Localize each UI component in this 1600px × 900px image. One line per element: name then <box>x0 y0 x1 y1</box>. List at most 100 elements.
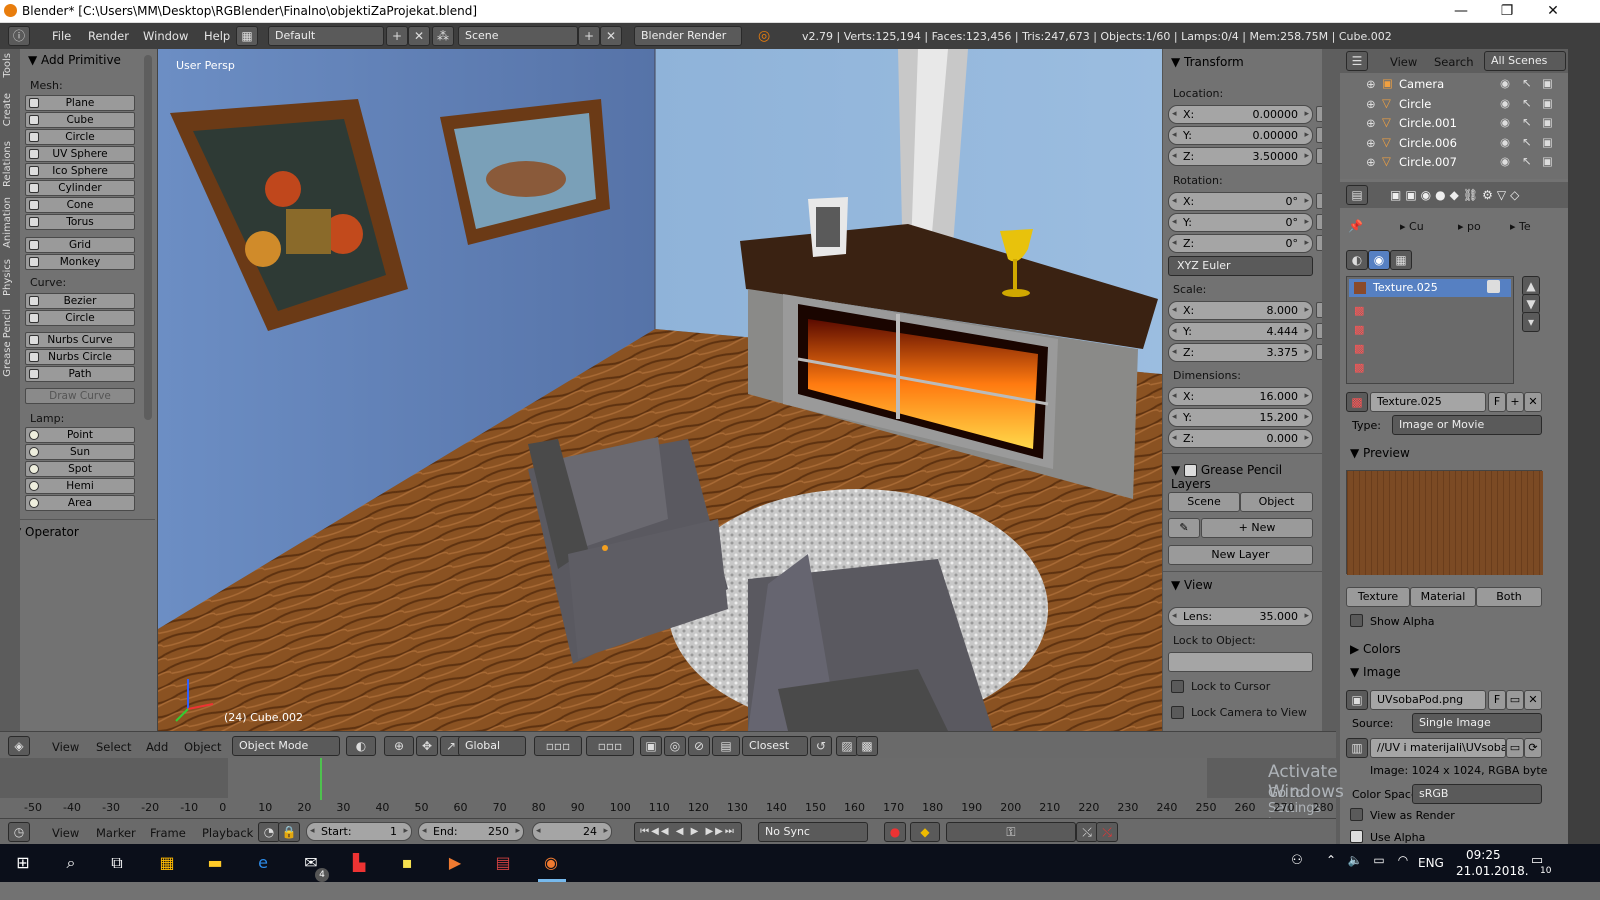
add-lamp-point-button[interactable]: Point <box>25 427 135 443</box>
decrement-arrow[interactable]: ◂ <box>1172 214 1177 231</box>
pivot-select-icon[interactable]: ⊕ <box>384 736 414 756</box>
tool-tab-animation[interactable]: Animation <box>2 197 18 248</box>
decrement-arrow[interactable]: ◂ <box>1172 430 1177 447</box>
add-grid-button[interactable]: Grid <box>25 237 135 253</box>
lock-layers-icon[interactable]: ▣ <box>640 736 662 756</box>
dimensions-y-field[interactable]: ◂ Y: 15.200 ▸ <box>1168 408 1313 427</box>
decrement-arrow[interactable]: ◂ <box>1172 409 1177 426</box>
preview-range-icon[interactable]: ◔ <box>258 822 280 842</box>
timeline[interactable]: Activate Windows Go to Settings to activ… <box>0 758 1344 861</box>
tl-menu-view[interactable]: View <box>52 826 79 840</box>
renderability-icon[interactable]: ▣ <box>1542 115 1553 129</box>
add-curve-bezier-button[interactable]: Bezier <box>25 293 135 309</box>
add-monkey-button[interactable]: Monkey <box>25 254 135 270</box>
start-icon[interactable]: ⊞ <box>12 853 34 873</box>
world-texture-tab[interactable]: ◐ <box>1346 250 1368 270</box>
outliner-row[interactable]: ⊕ ▽ Circle.007 ◉ ↖ ▣ <box>1340 153 1568 172</box>
lock-object-field[interactable] <box>1168 652 1313 672</box>
tool-tab-relations[interactable]: Relations <box>2 141 18 187</box>
keying-icon[interactable]: ◆ <box>910 822 940 842</box>
scene-select[interactable]: Scene <box>458 26 578 46</box>
current-frame-field[interactable]: ◂ 24 ▸ <box>532 822 612 841</box>
location-x-field[interactable]: ◂ X: 0.00000 ▸ <box>1168 105 1313 124</box>
outliner-row[interactable]: ⊕ ▽ Circle ◉ ↖ ▣ <box>1340 95 1568 114</box>
tl-menu-frame[interactable]: Frame <box>150 826 186 840</box>
add-plane-button[interactable]: Plane <box>25 95 135 111</box>
outliner-row[interactable]: ⊕ ▽ Circle.001 ◉ ↖ ▣ <box>1340 114 1568 133</box>
colors-header[interactable]: ▶ Colors <box>1350 642 1401 656</box>
viewport-type-icon[interactable]: ◈ <box>8 736 30 756</box>
increment-arrow[interactable]: ▸ <box>1304 235 1309 252</box>
mode-select[interactable]: Object Mode <box>232 736 340 756</box>
vp-menu-select[interactable]: Select <box>96 740 131 754</box>
increment-arrow[interactable]: ▸ <box>1304 193 1309 210</box>
pencil-icon[interactable]: ✎ <box>1168 518 1200 538</box>
open-image-button[interactable]: ▭ <box>1506 690 1524 710</box>
expand-icon[interactable]: ⊕ <box>1366 97 1376 111</box>
show-alpha-checkbox[interactable] <box>1350 614 1363 627</box>
tray-chevron-icon[interactable]: ⌃ <box>1320 853 1342 873</box>
layers-grid-b[interactable]: ▫▫▫ <box>586 736 634 756</box>
blender-taskbar-icon[interactable]: ◉ <box>540 853 562 873</box>
acrobat-icon[interactable]: ▙ <box>348 853 370 873</box>
decrement-arrow[interactable]: ◂ <box>1172 344 1177 361</box>
align-rotation-icon[interactable]: ↺ <box>810 736 832 756</box>
image-path-field[interactable]: //UV i materijali\UVsobaP... <box>1370 738 1506 758</box>
tool-tab-tools[interactable]: Tools <box>2 53 18 78</box>
dimensions-x-field[interactable]: ◂ X: 16.000 ▸ <box>1168 387 1313 406</box>
material-texture-tab[interactable]: ◉ <box>1368 250 1390 270</box>
rotation-z-field[interactable]: ◂ Z: 0° ▸ <box>1168 234 1313 253</box>
selectability-icon[interactable]: ↖ <box>1522 115 1532 129</box>
outliner-row[interactable]: ⊕ ▣ Camera ◉ ↖ ▣ <box>1340 75 1568 94</box>
lens-field[interactable]: ◂ Lens: 35.000 ▸ <box>1168 607 1313 626</box>
increment-arrow[interactable]: ▸ <box>1304 409 1309 426</box>
remove-layout-button[interactable]: ✕ <box>408 26 430 46</box>
outliner-display-select[interactable]: All Scenes <box>1484 51 1566 71</box>
view-as-render-checkbox[interactable] <box>1350 808 1363 821</box>
insert-keyframe-icon[interactable]: ⤯ <box>1076 822 1098 842</box>
increment-arrow[interactable]: ▸ <box>1304 302 1309 319</box>
add-cube-button[interactable]: Cube <box>25 112 135 128</box>
selectability-icon[interactable]: ↖ <box>1522 96 1532 110</box>
lock-camera-checkbox[interactable] <box>1171 706 1184 719</box>
operator-header[interactable]: ▼ Operator <box>12 525 79 539</box>
image-fake-user-button[interactable]: F <box>1488 690 1506 710</box>
tl-menu-marker[interactable]: Marker <box>96 826 136 840</box>
slot-down-button[interactable]: ▼ <box>1522 294 1540 314</box>
location-y-field[interactable]: ◂ Y: 0.00000 ▸ <box>1168 126 1313 145</box>
layout-icon[interactable]: ▦ <box>236 26 258 46</box>
task-view-icon[interactable]: ⧉ <box>106 853 128 873</box>
timeline-type-icon[interactable]: ◷ <box>8 822 30 842</box>
decrement-arrow[interactable]: ◂ <box>1172 148 1177 165</box>
menu-render[interactable]: Render <box>88 29 129 43</box>
increment-arrow[interactable]: ▸ <box>1304 214 1309 231</box>
render-anim-icon[interactable]: ▩ <box>856 736 878 756</box>
clock-date[interactable]: 21.01.2018. <box>1456 864 1529 878</box>
vp-menu-add[interactable]: Add <box>146 740 168 754</box>
minimize-button[interactable]: — <box>1438 0 1484 22</box>
selectability-icon[interactable]: ↖ <box>1522 154 1532 168</box>
sync-select[interactable]: No Sync <box>758 822 868 842</box>
decrement-arrow[interactable]: ◂ <box>1172 127 1177 144</box>
add-lamp-area-button[interactable]: Area <box>25 495 135 511</box>
texture-name-field[interactable]: Texture.025 <box>1370 392 1486 412</box>
increment-arrow[interactable]: ▸ <box>1304 106 1309 123</box>
vp-menu-view[interactable]: View <box>52 740 79 754</box>
delete-keyframe-icon[interactable]: ⤯ <box>1096 822 1118 842</box>
outliner-row[interactable]: ⊕ ▽ Circle.006 ◉ ↖ ▣ <box>1340 134 1568 153</box>
tool-shelf-scrollbar[interactable] <box>144 55 152 420</box>
rotation-mode-select[interactable]: XYZ Euler <box>1168 256 1313 276</box>
add-lamp-hemi-button[interactable]: Hemi <box>25 478 135 494</box>
view-header[interactable]: ▼ View <box>1171 578 1213 592</box>
add-ico-sphere-button[interactable]: Ico Sphere <box>25 163 135 179</box>
decrement-arrow[interactable]: ◂ <box>1172 302 1177 319</box>
tool-tab-create[interactable]: Create <box>2 93 18 126</box>
props-type-icon[interactable]: ▤ <box>1346 185 1368 205</box>
texture-slot-list[interactable]: Texture.025 ▩ ▩ ▩ ▩ <box>1346 276 1514 384</box>
start-frame-field[interactable]: ◂ Start: 1 ▸ <box>306 822 412 841</box>
draw-curve-button[interactable]: Draw Curve <box>25 388 135 404</box>
preview-texture-tab[interactable]: Texture <box>1346 587 1410 607</box>
selectability-icon[interactable]: ↖ <box>1522 76 1532 90</box>
unlink-image-button[interactable]: ✕ <box>1524 690 1542 710</box>
outliner-type-icon[interactable]: ☰ <box>1346 51 1368 71</box>
